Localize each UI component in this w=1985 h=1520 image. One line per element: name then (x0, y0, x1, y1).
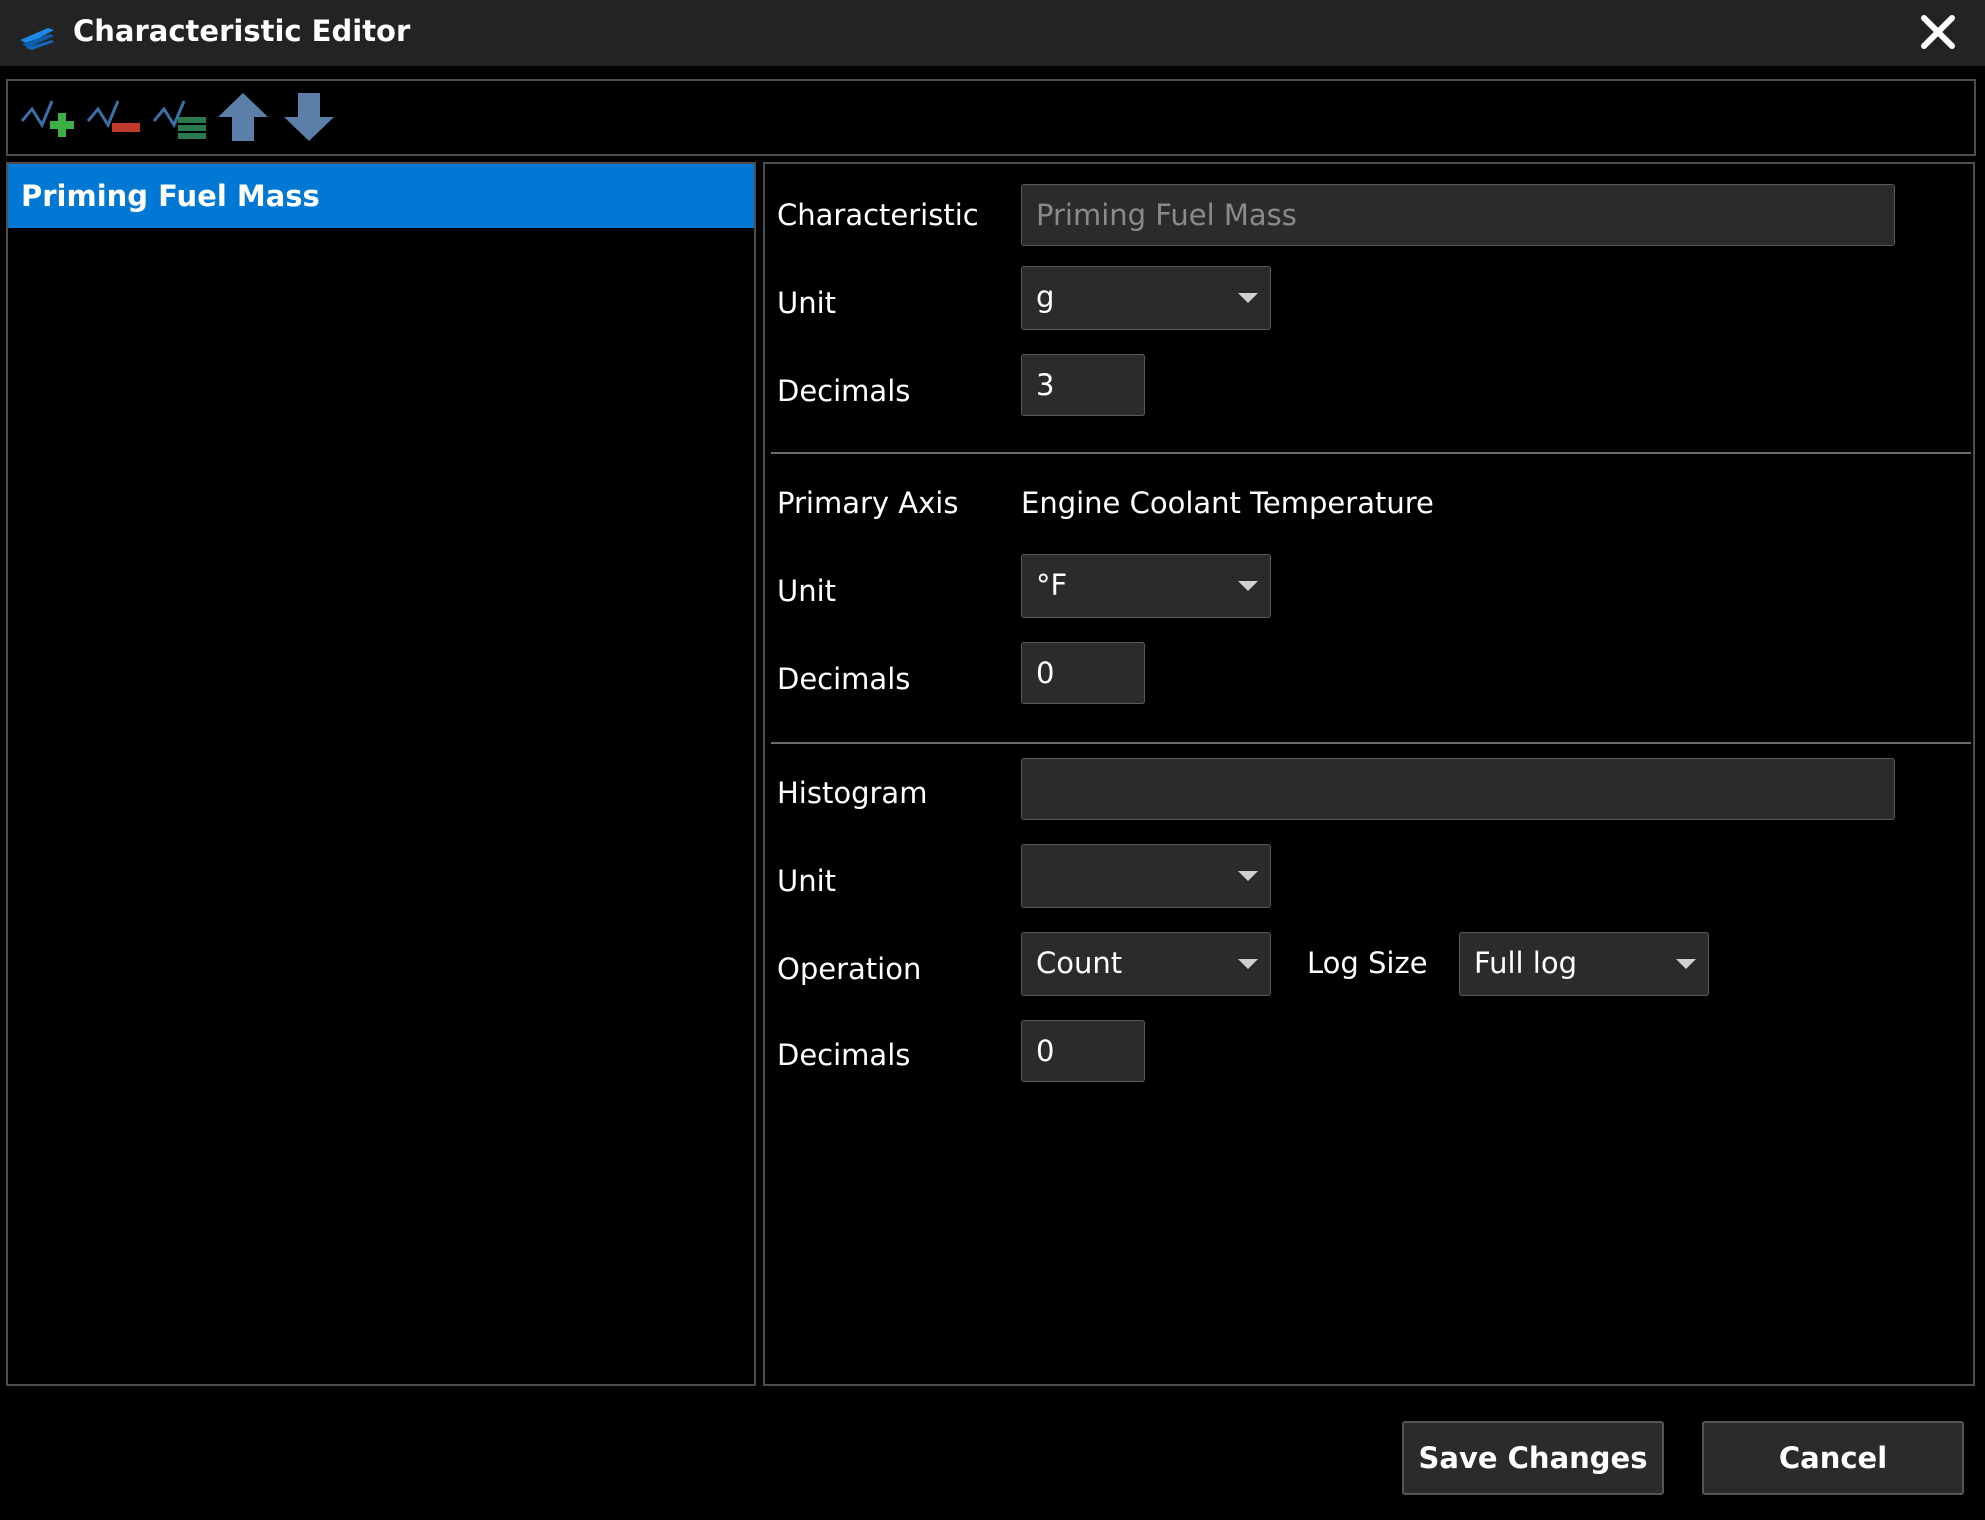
app-logo-icon (20, 28, 54, 50)
list-item[interactable]: Priming Fuel Mass (8, 164, 754, 228)
histogram-decimals-field[interactable]: 0 (1021, 1020, 1145, 1082)
histogram-decimals-label: Decimals (777, 1038, 911, 1072)
operation-dropdown[interactable]: Count (1021, 932, 1271, 996)
histogram-unit-label: Unit (777, 864, 837, 898)
primary-axis-decimals-field[interactable]: 0 (1021, 642, 1145, 704)
chevron-down-icon (1238, 959, 1258, 969)
title-bar: Characteristic Editor (0, 0, 1985, 66)
operation-label: Operation (777, 952, 922, 986)
primary-axis-unit-value: °F (1036, 568, 1068, 602)
primary-axis-decimals-label: Decimals (777, 662, 911, 696)
primary-axis-label: Primary Axis (777, 486, 959, 520)
close-icon[interactable] (1918, 12, 1958, 52)
operation-value: Count (1036, 946, 1123, 980)
log-size-label: Log Size (1307, 946, 1428, 980)
histogram-unit-dropdown[interactable] (1021, 844, 1271, 908)
primary-axis-value: Engine Coolant Temperature (1021, 486, 1434, 520)
move-down-icon[interactable] (280, 91, 338, 143)
characteristic-decimals-field[interactable]: 3 (1021, 354, 1145, 416)
characteristic-name-field[interactable]: Priming Fuel Mass (1021, 184, 1895, 246)
primary-axis-unit-dropdown[interactable]: °F (1021, 554, 1271, 618)
log-size-dropdown[interactable]: Full log (1459, 932, 1709, 996)
edit-characteristic-icon[interactable] (152, 91, 210, 143)
characteristics-list[interactable]: Priming Fuel Mass (6, 162, 756, 1386)
characteristic-decimals-label: Decimals (777, 374, 911, 408)
chevron-down-icon (1676, 959, 1696, 969)
window-title: Characteristic Editor (73, 14, 411, 48)
primary-axis-unit-label: Unit (777, 574, 837, 608)
toolbar (6, 79, 1976, 156)
chevron-down-icon (1238, 871, 1258, 881)
chevron-down-icon (1238, 293, 1258, 303)
histogram-label: Histogram (777, 776, 928, 810)
add-characteristic-icon[interactable] (20, 91, 78, 143)
histogram-field[interactable] (1021, 758, 1895, 820)
characteristic-label: Characteristic (777, 198, 979, 232)
characteristic-details-panel: Characteristic Priming Fuel Mass Unit g … (763, 162, 1975, 1386)
move-up-icon[interactable] (214, 91, 272, 143)
remove-characteristic-icon[interactable] (86, 91, 144, 143)
log-size-value: Full log (1474, 946, 1578, 980)
section-divider (771, 742, 1971, 744)
save-changes-button[interactable]: Save Changes (1402, 1421, 1664, 1495)
characteristic-unit-label: Unit (777, 286, 837, 320)
characteristic-unit-value: g (1036, 280, 1055, 314)
chevron-down-icon (1238, 581, 1258, 591)
characteristic-unit-dropdown[interactable]: g (1021, 266, 1271, 330)
section-divider (771, 452, 1971, 454)
cancel-button[interactable]: Cancel (1702, 1421, 1964, 1495)
